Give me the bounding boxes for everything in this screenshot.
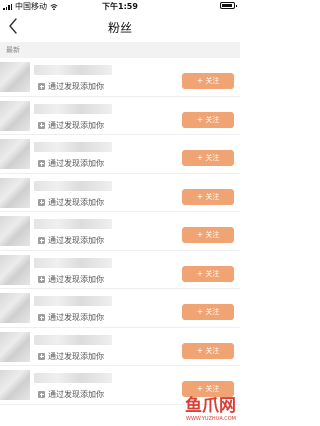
add-icon [38,83,45,90]
list-item[interactable]: 通过发现添加你 + 关注 [0,174,240,212]
follow-label: 关注 [205,115,220,124]
list-item[interactable]: 通过发现添加你 + 关注 [0,58,240,97]
follow-button[interactable]: + 关注 [182,188,234,205]
plus-icon: + [196,230,204,239]
add-icon [38,275,45,283]
source-text: 通过发现添加你 [48,197,104,207]
source-text: 通过发现添加你 [48,351,104,361]
plus-icon: + [196,114,204,124]
follow-label: 关注 [205,231,220,239]
follow-label: 关注 [205,192,220,201]
follow-button[interactable]: + 关注 [182,150,234,166]
source-text: 通过发现添加你 [48,313,104,322]
source-line: 通过发现添加你 [38,351,104,362]
follow-label: 关注 [205,385,220,393]
avatar[interactable] [0,254,30,285]
follow-label: 关注 [205,154,220,162]
source-text: 通过发现添加你 [48,274,104,284]
avatar[interactable] [0,216,30,246]
plus-icon: + [196,76,204,85]
add-icon [38,198,45,206]
plus-icon: + [196,268,204,278]
add-icon [38,237,45,244]
list-item[interactable]: 通过发现添加你 + 关注 [0,289,240,328]
source-text: 通过发现添加你 [48,236,104,245]
add-icon [38,160,45,167]
user-name-blurred [34,142,112,152]
follow-button[interactable]: + 关注 [182,227,234,243]
list-item[interactable]: 通过发现添加你 + 关注 [0,328,240,366]
follow-button[interactable]: + 关注 [182,73,234,89]
add-icon [38,121,45,129]
source-line: 通过发现添加你 [38,120,104,131]
follow-button[interactable]: + 关注 [182,265,234,282]
follow-label: 关注 [205,346,220,355]
source-line: 通过发现添加你 [38,389,104,400]
plus-icon: + [196,153,204,162]
follow-label: 关注 [205,308,220,316]
fan-list: 通过发现添加你 + 关注 通过发现添加你 + 关注 通过发现添加你 + 关注 通… [0,58,240,405]
status-time: 下午1:59 [102,2,138,11]
source-text: 通过发现添加你 [48,82,104,91]
status-bar: 中国移动 下午1:59 [0,0,240,12]
avatar[interactable] [0,100,30,131]
plus-icon: + [196,307,204,316]
section-header: 最新 [0,42,240,58]
plus-icon: + [196,345,204,355]
page-title: 粉丝 [107,21,132,35]
list-item[interactable]: 通过发现添加你 + 关注 [0,97,240,135]
follow-button[interactable]: + 关注 [182,342,234,359]
nav-bar: 粉丝 [0,12,240,42]
user-name-blurred [34,180,112,191]
source-line: 通过发现添加你 [38,81,104,92]
avatar[interactable] [0,331,30,362]
avatar[interactable] [0,139,30,169]
source-line: 通过发现添加你 [38,158,104,169]
list-item[interactable]: 通过发现添加你 + 关注 [0,212,240,251]
source-line: 通过发现添加你 [38,312,104,323]
follow-label: 关注 [205,77,220,85]
avatar[interactable] [0,62,30,92]
add-icon [38,314,45,321]
avatar[interactable] [0,293,30,323]
plus-icon: + [196,191,204,201]
watermark-logo-text: 鱼爪网 [185,396,236,416]
follow-button[interactable]: + 关注 [182,304,234,320]
user-name-blurred [34,373,112,383]
avatar[interactable] [0,177,30,208]
source-text: 通过发现添加你 [48,390,104,399]
source-line: 通过发现添加你 [38,197,104,208]
source-line: 通过发现添加你 [38,235,104,246]
user-name-blurred [34,65,112,75]
follow-button[interactable]: + 关注 [182,381,234,397]
user-name-blurred [34,103,112,114]
section-label: 最新 [6,46,20,54]
user-name-blurred [34,257,112,268]
follow-button[interactable]: + 关注 [182,111,234,128]
watermark-url: WWW.YUZHUA.COM [186,416,236,422]
add-icon [38,352,45,360]
list-item[interactable]: 通过发现添加你 + 关注 [0,135,240,174]
watermark-logo: 鱼爪网 WWW.YUZHUA.COM [172,396,236,424]
source-line: 通过发现添加你 [38,274,104,285]
source-text: 通过发现添加你 [48,159,104,168]
follow-label: 关注 [205,269,220,278]
list-item[interactable]: 通过发现添加你 + 关注 [0,251,240,289]
add-icon [38,391,45,398]
user-name-blurred [34,296,112,306]
avatar[interactable] [0,370,30,400]
user-name-blurred [34,334,112,345]
source-text: 通过发现添加你 [48,120,104,130]
plus-icon: + [196,384,204,393]
user-name-blurred [34,219,112,229]
battery-icon [220,2,237,9]
